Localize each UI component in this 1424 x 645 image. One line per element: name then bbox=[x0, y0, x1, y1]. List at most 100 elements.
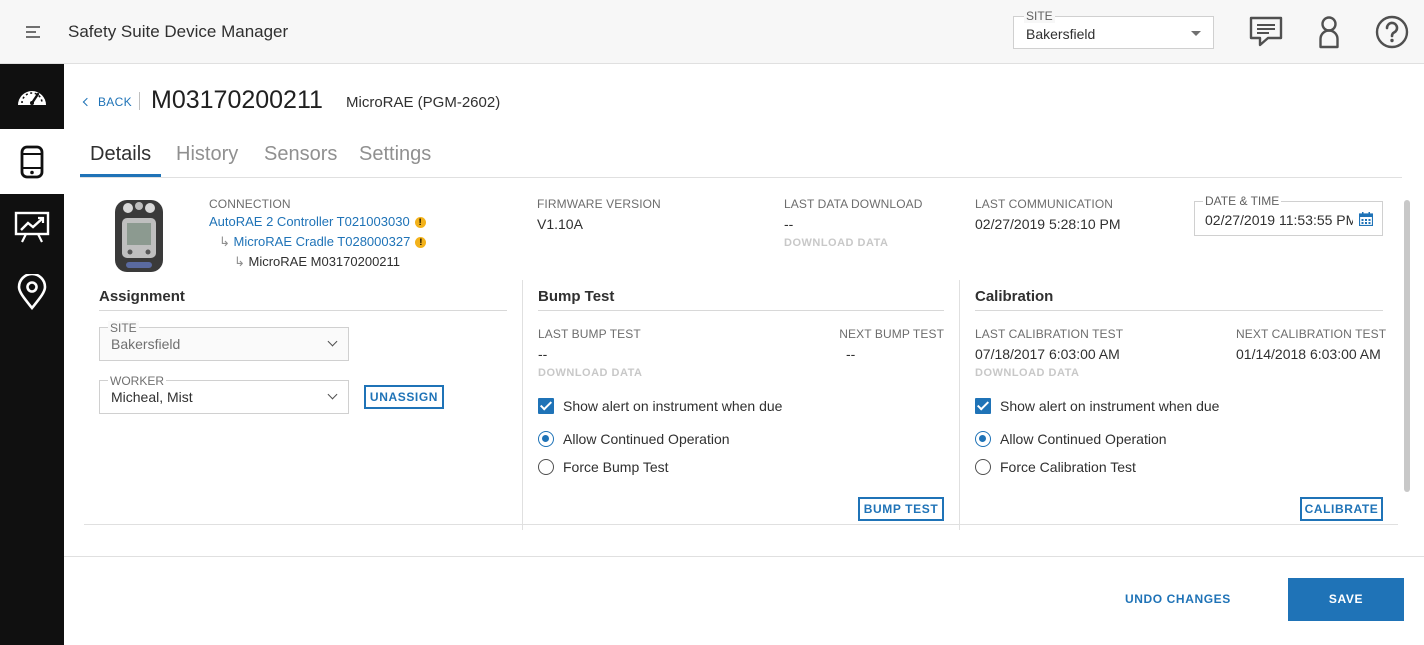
worker-select[interactable]: WORKER Micheal, Mist bbox=[99, 374, 349, 414]
calibration-alert-label: Show alert on instrument when due bbox=[1000, 398, 1220, 414]
assignment-site-select[interactable]: SITE Bakersfield bbox=[99, 321, 349, 361]
next-calibration-value: 01/14/2018 6:03:00 AM bbox=[1236, 346, 1381, 362]
device-serial: M03170200211 bbox=[151, 86, 323, 114]
chevron-left-icon bbox=[82, 97, 92, 107]
site-selector-label: SITE bbox=[1024, 9, 1055, 23]
calibration-allow-radio[interactable] bbox=[975, 431, 991, 447]
firmware-value: V1.10A bbox=[537, 216, 583, 232]
bump-allow-label: Allow Continued Operation bbox=[563, 431, 730, 447]
calibration-force-radio[interactable] bbox=[975, 459, 991, 475]
sidebar bbox=[0, 64, 64, 645]
assignment-site-label: SITE bbox=[108, 321, 139, 335]
footer-divider bbox=[64, 556, 1424, 557]
last-download-label: LAST DATA DOWNLOAD bbox=[784, 197, 923, 211]
last-bump-value: -- bbox=[538, 346, 548, 362]
connection-label: CONNECTION bbox=[209, 197, 291, 211]
menu-icon[interactable] bbox=[26, 26, 40, 38]
chevron-down-icon bbox=[327, 336, 338, 347]
connection-controller-text: AutoRAE 2 Controller T021003030 bbox=[209, 214, 410, 229]
chevron-down-icon bbox=[327, 389, 338, 400]
next-calibration-label: NEXT CALIBRATION TEST bbox=[1236, 327, 1387, 341]
save-button[interactable]: SAVE bbox=[1288, 578, 1404, 621]
device-model: MicroRAE (PGM-2602) bbox=[346, 94, 501, 111]
sidebar-item-locations[interactable] bbox=[0, 259, 64, 324]
connection-cradle-link[interactable]: ↳ MicroRAE Cradle T028000327! bbox=[219, 234, 427, 250]
bump-test-title: Bump Test bbox=[538, 288, 615, 305]
speedometer-icon bbox=[18, 91, 46, 105]
assignment-rule bbox=[99, 310, 507, 311]
next-bump-label: NEXT BUMP TEST bbox=[839, 327, 944, 341]
datetime-input[interactable]: DATE & TIME 02/27/2019 11:53:55 PM bbox=[1194, 194, 1383, 236]
sidebar-item-reports[interactable] bbox=[0, 194, 64, 259]
worker-label: WORKER bbox=[108, 374, 166, 388]
divider bbox=[139, 92, 140, 110]
bump-test-rule bbox=[538, 310, 944, 311]
top-bar: Safety Suite Device Manager SITE Bakersf… bbox=[0, 0, 1424, 64]
datetime-value: 02/27/2019 11:53:55 PM bbox=[1205, 212, 1353, 228]
undo-changes-button[interactable]: UNDO CHANGES bbox=[1125, 592, 1231, 606]
site-selector[interactable]: SITE Bakersfield bbox=[1013, 9, 1214, 49]
calibrate-button[interactable]: CALIBRATE bbox=[1300, 497, 1383, 521]
warning-icon: ! bbox=[415, 237, 427, 248]
calibration-force-label: Force Calibration Test bbox=[1000, 459, 1136, 475]
help-icon[interactable] bbox=[1374, 14, 1410, 50]
caret-down-icon bbox=[1191, 31, 1201, 36]
last-communication-label: LAST COMMUNICATION bbox=[975, 197, 1114, 211]
assignment-site-value: Bakersfield bbox=[111, 336, 181, 352]
connection-cradle-text: MicroRAE Cradle T028000327 bbox=[233, 234, 411, 249]
tab-divider bbox=[80, 177, 1402, 178]
chat-icon[interactable] bbox=[1248, 14, 1284, 50]
device-icon bbox=[20, 145, 44, 179]
device-image bbox=[115, 200, 163, 272]
sidebar-item-devices[interactable] bbox=[0, 129, 64, 194]
bump-alert-checkbox[interactable] bbox=[538, 398, 554, 414]
calibration-alert-checkbox[interactable] bbox=[975, 398, 991, 414]
bump-allow-radio[interactable] bbox=[538, 431, 554, 447]
last-communication-value: 02/27/2019 5:28:10 PM bbox=[975, 216, 1121, 232]
bump-test-button[interactable]: BUMP TEST bbox=[858, 497, 944, 521]
last-download-value: -- bbox=[784, 216, 794, 232]
last-bump-label: LAST BUMP TEST bbox=[538, 327, 641, 341]
scrollbar[interactable] bbox=[1404, 200, 1410, 492]
user-icon[interactable] bbox=[1311, 14, 1347, 50]
tab-details[interactable]: Details bbox=[80, 142, 162, 177]
calibration-allow-label: Allow Continued Operation bbox=[1000, 431, 1167, 447]
content-bottom-rule bbox=[84, 524, 1398, 525]
connection-device: ↳ MicroRAE M03170200211 bbox=[234, 254, 400, 270]
sidebar-item-dashboard[interactable] bbox=[0, 64, 64, 129]
last-calibration-value: 07/18/2017 6:03:00 AM bbox=[975, 346, 1120, 362]
bump-alert-label: Show alert on instrument when due bbox=[563, 398, 783, 414]
site-selector-value: Bakersfield bbox=[1026, 26, 1096, 42]
column-divider bbox=[522, 280, 523, 530]
assignment-title: Assignment bbox=[99, 288, 185, 305]
column-divider bbox=[959, 280, 960, 530]
tab-sensors[interactable]: Sensors bbox=[254, 142, 347, 177]
back-link[interactable]: BACK bbox=[82, 95, 132, 109]
next-bump-value: -- bbox=[846, 346, 856, 362]
worker-value: Micheal, Mist bbox=[111, 389, 193, 405]
tree-branch-icon: ↳ bbox=[234, 254, 249, 269]
tab-history[interactable]: History bbox=[166, 142, 248, 177]
main-content: BACK M03170200211 MicroRAE (PGM-2602) De… bbox=[64, 64, 1424, 645]
presentation-chart-icon bbox=[14, 211, 50, 243]
tab-settings[interactable]: Settings bbox=[349, 142, 441, 177]
bump-force-label: Force Bump Test bbox=[563, 459, 669, 475]
calendar-icon[interactable] bbox=[1359, 212, 1373, 226]
last-calibration-label: LAST CALIBRATION TEST bbox=[975, 327, 1124, 341]
unassign-button[interactable]: UNASSIGN bbox=[364, 385, 444, 409]
connection-controller-link[interactable]: AutoRAE 2 Controller T021003030! bbox=[209, 214, 426, 229]
map-pin-icon bbox=[17, 274, 47, 310]
download-data-link[interactable]: DOWNLOAD DATA bbox=[784, 237, 888, 249]
datetime-label: DATE & TIME bbox=[1203, 194, 1282, 208]
calibration-download-link[interactable]: DOWNLOAD DATA bbox=[975, 367, 1079, 379]
app-title: Safety Suite Device Manager bbox=[68, 22, 289, 41]
bump-download-link[interactable]: DOWNLOAD DATA bbox=[538, 367, 642, 379]
calibration-title: Calibration bbox=[975, 288, 1054, 305]
connection-device-text: MicroRAE M03170200211 bbox=[248, 254, 401, 269]
back-label: BACK bbox=[98, 95, 132, 109]
tree-branch-icon: ↳ bbox=[219, 234, 234, 249]
warning-icon: ! bbox=[414, 217, 426, 228]
bump-force-radio[interactable] bbox=[538, 459, 554, 475]
calibration-rule bbox=[975, 310, 1383, 311]
firmware-label: FIRMWARE VERSION bbox=[537, 197, 661, 211]
